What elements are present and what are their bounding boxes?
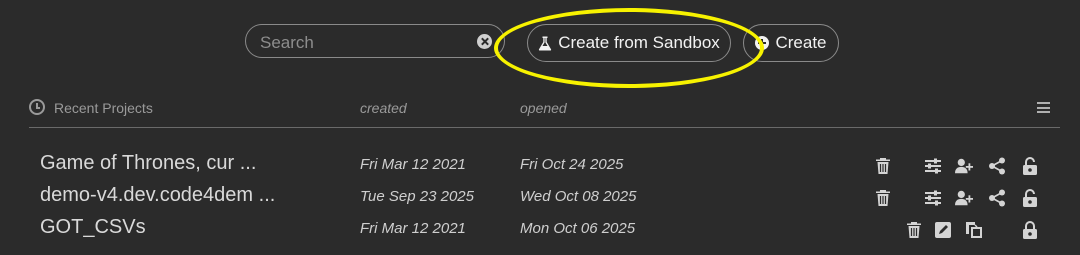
project-name[interactable]: demo-v4.dev.code4dem ...: [40, 184, 275, 207]
recent-projects-label: Recent Projects: [54, 100, 153, 116]
sliders-icon[interactable]: [923, 156, 943, 176]
add-user-icon[interactable]: [954, 188, 974, 208]
search-box[interactable]: [245, 24, 505, 58]
project-row[interactable]: Game of Thrones, cur ... Fri Mar 12 2021…: [0, 150, 1080, 182]
share-icon[interactable]: [987, 188, 1007, 208]
project-opened-date: Mon Oct 06 2025: [520, 220, 636, 237]
project-name[interactable]: Game of Thrones, cur ...: [40, 152, 256, 175]
project-created-date: Fri Mar 12 2021: [360, 220, 466, 237]
menu-icon[interactable]: [1037, 102, 1050, 113]
toolbar: Create from Sandbox Create: [0, 24, 1080, 62]
opened-column-header[interactable]: opened: [520, 100, 567, 116]
unlock-icon[interactable]: [1020, 188, 1040, 208]
share-icon[interactable]: [987, 156, 1007, 176]
add-user-icon[interactable]: [954, 156, 974, 176]
create-button[interactable]: Create: [743, 24, 839, 62]
create-from-sandbox-label: Create from Sandbox: [558, 33, 720, 52]
unlock-icon[interactable]: [1020, 156, 1040, 176]
search-input[interactable]: [258, 31, 467, 55]
lock-icon[interactable]: [1020, 220, 1040, 240]
created-column-header[interactable]: created: [360, 100, 407, 116]
projects-header: Recent Projects created opened: [0, 96, 1080, 120]
project-row[interactable]: demo-v4.dev.code4dem ... Tue Sep 23 2025…: [0, 182, 1080, 214]
create-label: Create: [775, 33, 827, 52]
project-row[interactable]: GOT_CSVs Fri Mar 12 2021 Mon Oct 06 2025: [0, 214, 1080, 246]
plus-circle-icon: [755, 36, 770, 50]
project-opened-date: Wed Oct 08 2025: [520, 188, 637, 205]
trash-icon[interactable]: [873, 156, 893, 176]
project-created-date: Tue Sep 23 2025: [360, 188, 474, 205]
trash-icon[interactable]: [904, 220, 924, 240]
project-name[interactable]: GOT_CSVs: [40, 216, 146, 239]
clock-icon: [29, 99, 45, 115]
project-created-date: Fri Mar 12 2021: [360, 156, 466, 173]
sliders-icon[interactable]: [923, 188, 943, 208]
clear-search-icon[interactable]: [477, 34, 492, 49]
create-from-sandbox-button[interactable]: Create from Sandbox: [527, 24, 731, 62]
header-divider: [29, 127, 1060, 128]
project-opened-date: Fri Oct 24 2025: [520, 156, 624, 173]
edit-icon[interactable]: [933, 220, 953, 240]
copy-icon[interactable]: [964, 220, 984, 240]
trash-icon[interactable]: [873, 188, 893, 208]
flask-icon: [539, 36, 552, 50]
